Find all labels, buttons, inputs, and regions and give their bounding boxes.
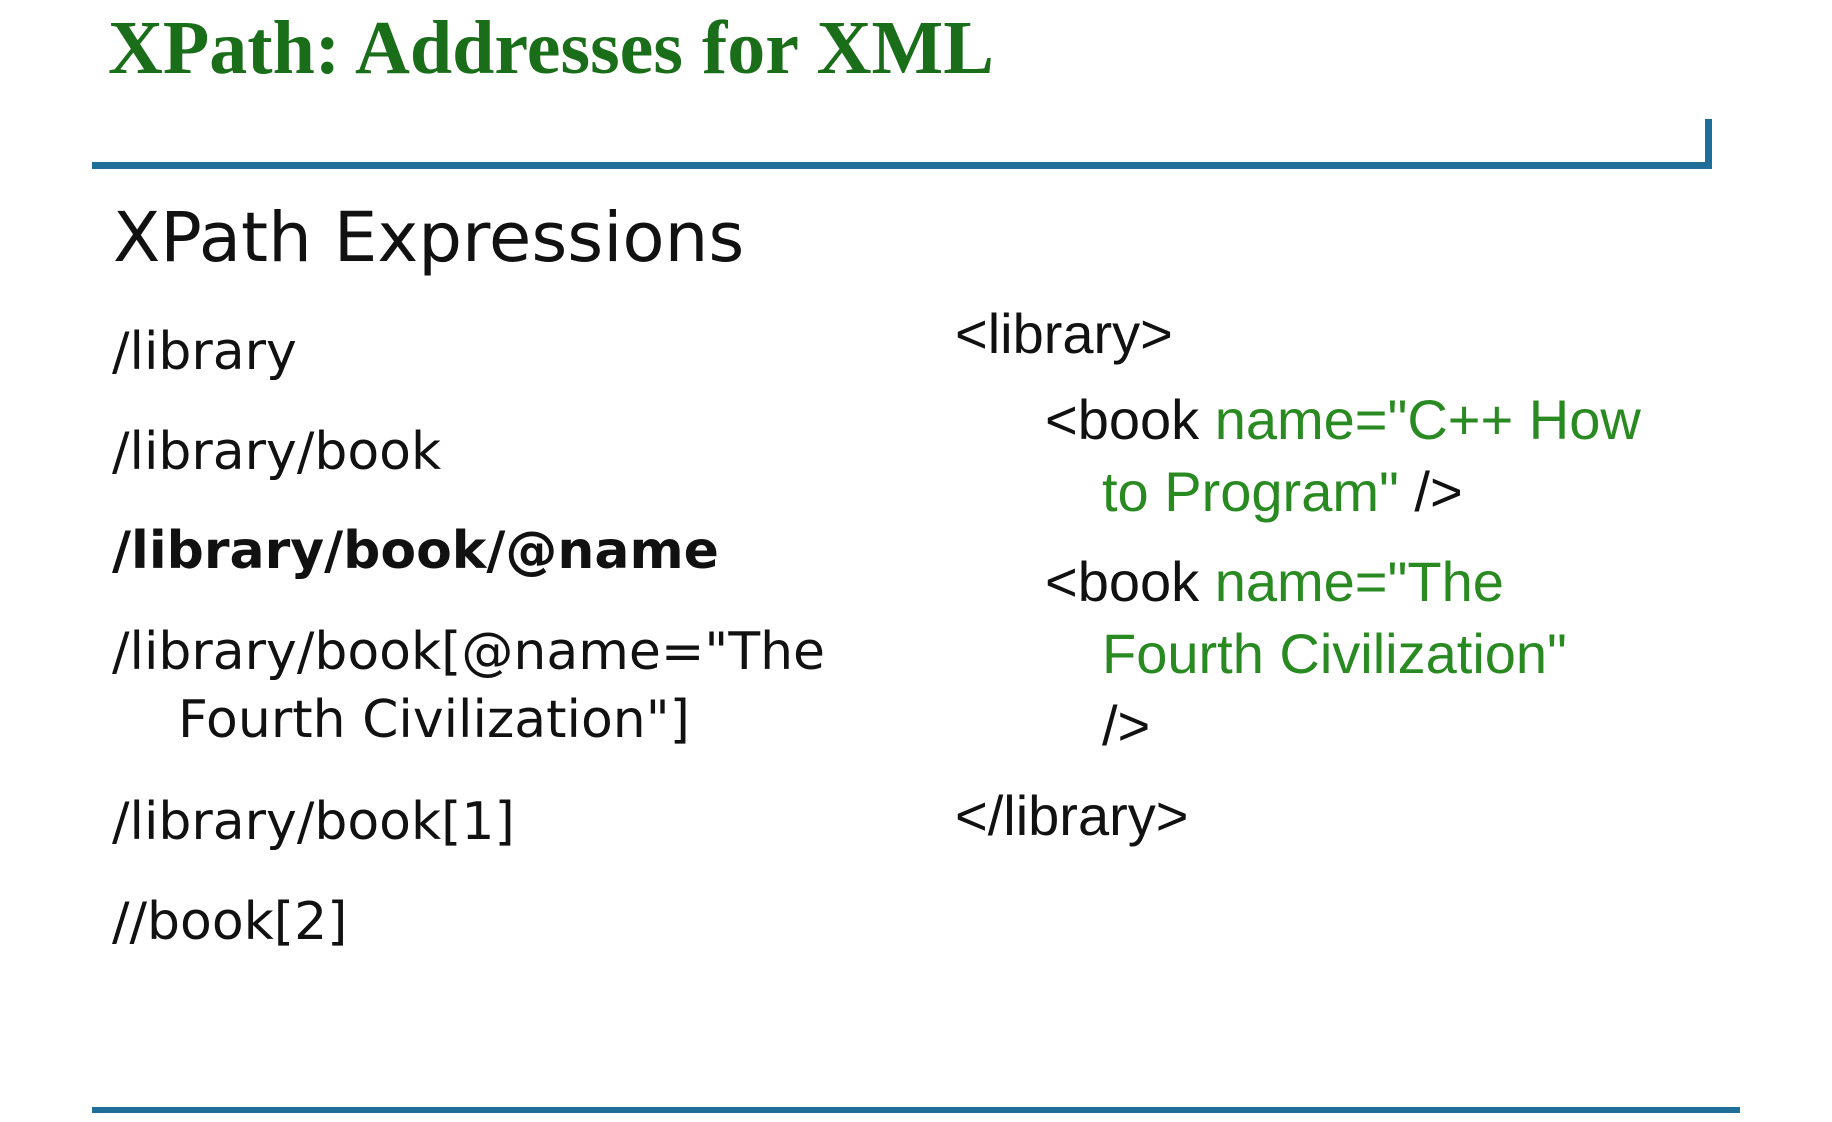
expression-book-index-1: /library/book[1]: [112, 792, 515, 852]
xml-book-attribute: name="The: [1214, 550, 1504, 613]
xml-book-tag-end: />: [1102, 694, 1151, 757]
expression-line: /library/book[@name="The: [112, 622, 826, 682]
xml-close-library-tag: </library>: [955, 784, 1189, 847]
title-rule: [92, 162, 1710, 169]
xml-book-2-line-3: />: [1102, 690, 1150, 762]
expression-book-name-attribute: /library/book/@name: [112, 521, 719, 581]
expression-library-book: /library/book: [112, 422, 442, 482]
slide-title: XPath: Addresses for XML: [108, 6, 994, 90]
expression-continuation: Fourth Civilization"]: [178, 690, 690, 750]
xml-book-attribute-cont: to Program": [1102, 460, 1399, 523]
xml-book-1-line-2: to Program" />: [1102, 456, 1463, 528]
expression-library: /library: [112, 322, 297, 382]
xml-book-tag-start: <book: [1045, 550, 1215, 613]
section-subtitle: XPath Expressions: [113, 198, 745, 278]
xml-book-tag-end: />: [1398, 460, 1463, 523]
xml-book-1-line-1: <book name="C++ How: [1045, 384, 1641, 456]
xml-book-attribute: name="C++ How: [1214, 388, 1641, 451]
footer-rule: [92, 1107, 1740, 1113]
expression-book-name-filter: /library/book[@name="The Fourth Civiliza…: [112, 618, 825, 754]
xml-book-2-line-2: Fourth Civilization": [1102, 618, 1567, 690]
expression-book-index-2: //book[2]: [112, 892, 348, 952]
xml-book-2-line-1: <book name="The: [1045, 546, 1504, 618]
xml-book-tag-start: <book: [1045, 388, 1215, 451]
xml-book-attribute-cont: Fourth Civilization": [1102, 622, 1567, 685]
xml-open-library-tag: <library>: [955, 302, 1173, 365]
